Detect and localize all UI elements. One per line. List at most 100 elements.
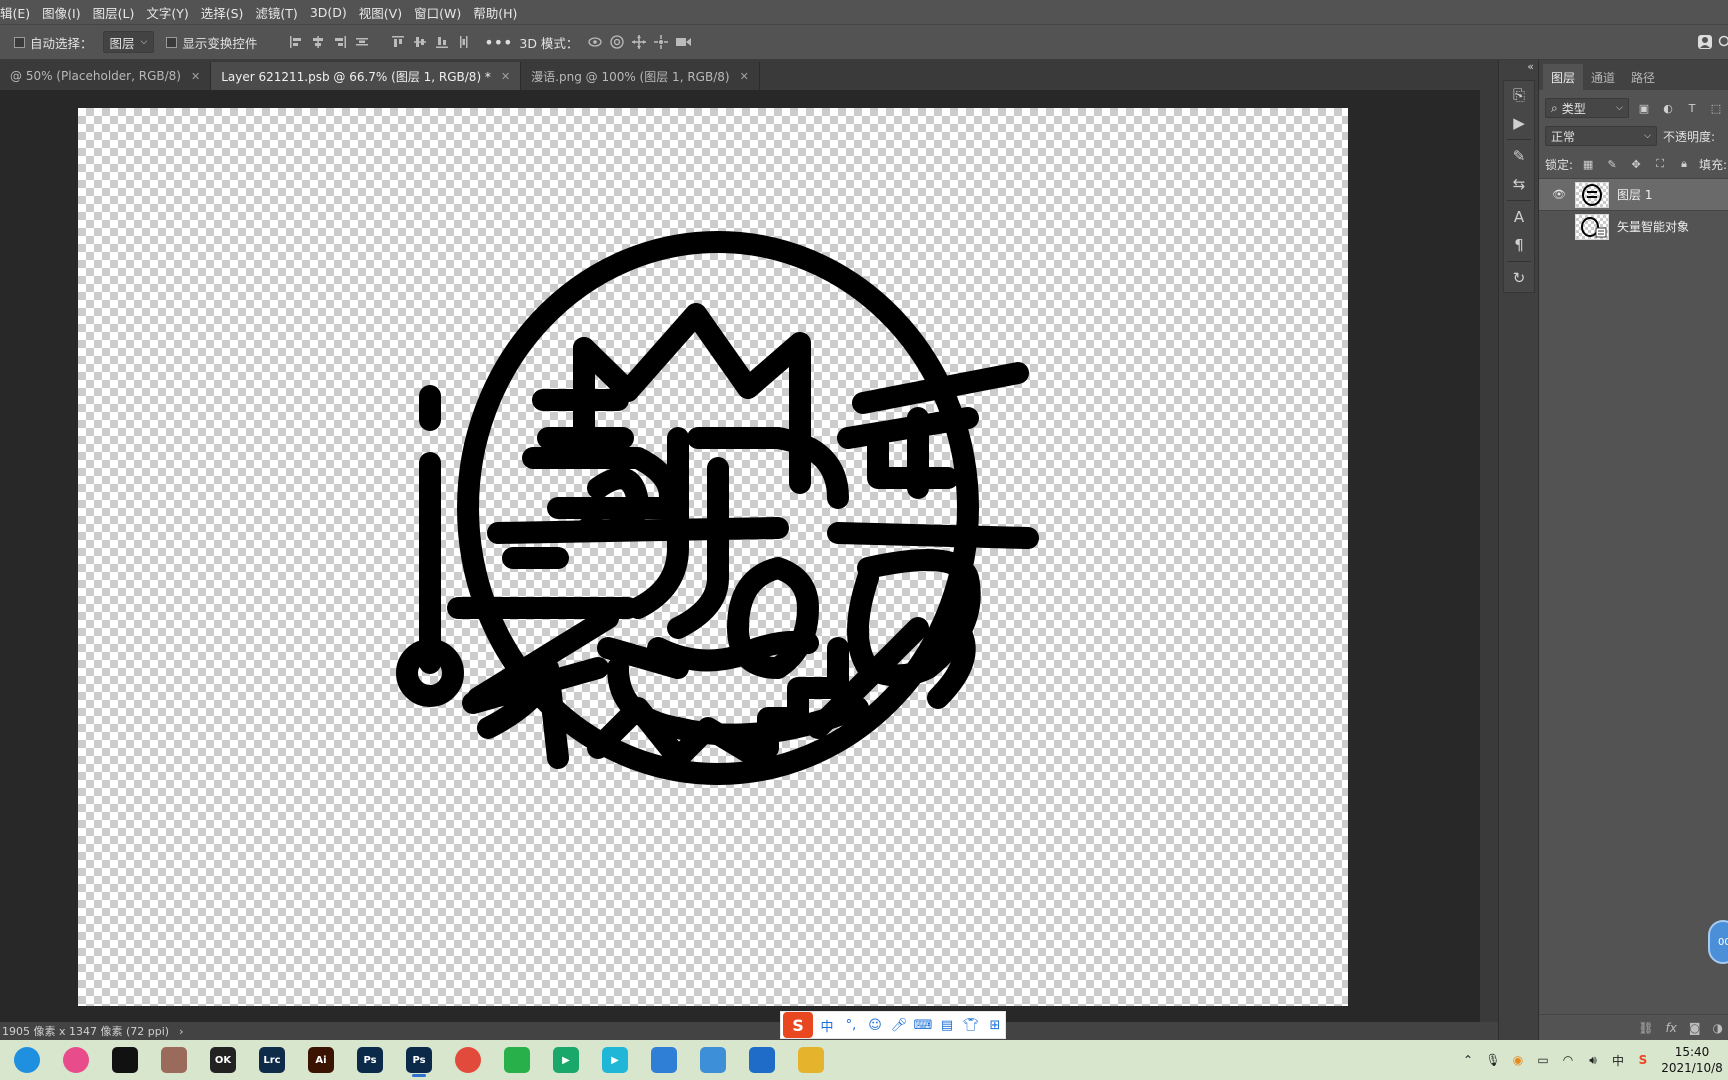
- layer-filter-dropdown[interactable]: ⌕ 类型 ⌵: [1545, 98, 1629, 118]
- align-center-h-icon[interactable]: [307, 31, 329, 53]
- ime-tray-icon[interactable]: 中: [1610, 1052, 1626, 1068]
- tab-placeholder[interactable]: @ 50% (Placeholder, RGB/8) ✕: [0, 62, 212, 90]
- chevron-up-icon[interactable]: ⌃: [1460, 1052, 1476, 1068]
- learn-icon[interactable]: ↻: [1504, 264, 1534, 292]
- clock[interactable]: 15:40 2021/10/8: [1660, 1044, 1724, 1076]
- lock-all-icon[interactable]: 🔒︎: [1675, 155, 1693, 173]
- eye-icon[interactable]: 👁︎: [1551, 188, 1567, 201]
- ime-punctuation-icon[interactable]: °,: [841, 1015, 861, 1035]
- actions-play-icon[interactable]: ▶: [1504, 109, 1534, 137]
- link-layers-icon[interactable]: ⛓: [1638, 1021, 1653, 1035]
- sogou-tray-icon[interactable]: S: [1635, 1052, 1651, 1068]
- close-icon[interactable]: ✕: [191, 70, 200, 83]
- taskbar-app-chrome-alt[interactable]: [57, 1043, 95, 1077]
- filter-type-icon[interactable]: T: [1683, 99, 1701, 117]
- menu-window[interactable]: 窗口(W): [408, 3, 467, 22]
- pan-3d-icon[interactable]: [628, 31, 650, 53]
- filter-adjustment-icon[interactable]: ◐: [1659, 99, 1677, 117]
- distribute-v-icon[interactable]: [453, 31, 475, 53]
- taskbar-app-photoshop-a[interactable]: Ps: [351, 1043, 389, 1077]
- taskbar-app-lightroom[interactable]: Lrc: [253, 1043, 291, 1077]
- filter-pixel-icon[interactable]: ▣: [1635, 99, 1653, 117]
- history-icon[interactable]: ⎘: [1504, 81, 1534, 109]
- taskbar-app-illustrator[interactable]: Ai: [302, 1043, 340, 1077]
- taskbar-app-wechat[interactable]: [498, 1043, 536, 1077]
- menu-select[interactable]: 选择(S): [195, 3, 250, 22]
- taskbar-app-edge[interactable]: [8, 1043, 46, 1077]
- lock-pixels-icon[interactable]: ✎: [1603, 155, 1621, 173]
- taskbar-app-qq[interactable]: [106, 1043, 144, 1077]
- wifi-icon[interactable]: ◠: [1560, 1052, 1576, 1068]
- menu-3d[interactable]: 3D(D): [304, 5, 353, 20]
- ime-tools-icon[interactable]: ▤: [937, 1015, 957, 1035]
- menu-help[interactable]: 帮助(H): [467, 3, 523, 22]
- align-left-icon[interactable]: [285, 31, 307, 53]
- menu-filter[interactable]: 滤镜(T): [249, 3, 303, 22]
- taskbar-app-notepad[interactable]: [645, 1043, 683, 1077]
- show-transform-checkbox[interactable]: [166, 36, 178, 48]
- paragraph-icon[interactable]: ¶: [1504, 231, 1534, 259]
- close-icon[interactable]: ✕: [740, 70, 749, 83]
- blend-mode-dropdown[interactable]: 正常 ⌵: [1545, 126, 1657, 146]
- align-top-icon[interactable]: [387, 31, 409, 53]
- taskbar-app-chrome[interactable]: [449, 1043, 487, 1077]
- canvas-vertical-scrollbar[interactable]: [1480, 90, 1498, 1025]
- roll-3d-icon[interactable]: [606, 31, 628, 53]
- menu-edit[interactable]: 辑(E): [0, 3, 36, 22]
- orbit-3d-icon[interactable]: [584, 31, 606, 53]
- user-search-icon[interactable]: [1694, 31, 1716, 53]
- taskbar-app-book[interactable]: [694, 1043, 732, 1077]
- lock-transparent-icon[interactable]: ▦: [1579, 155, 1597, 173]
- taskbar-app-photoshop-b[interactable]: Ps: [400, 1043, 438, 1077]
- filter-shape-icon[interactable]: ⬚: [1707, 99, 1725, 117]
- volume-icon[interactable]: 🔊︎: [1585, 1052, 1601, 1068]
- taskbar-app-player-b[interactable]: ▶: [596, 1043, 634, 1077]
- slide-3d-icon[interactable]: [650, 31, 672, 53]
- tab-channels[interactable]: 通道: [1583, 64, 1623, 90]
- align-bottom-icon[interactable]: [431, 31, 453, 53]
- more-options-icon[interactable]: •••: [484, 31, 512, 53]
- ime-skin-icon[interactable]: 👕︎: [961, 1015, 981, 1035]
- tab-layer-psb[interactable]: Layer 621211.psb @ 66.7% (图层 1, RGB/8) *…: [211, 62, 522, 90]
- floating-assistant-badge[interactable]: 00: [1708, 920, 1728, 964]
- taskbar-app-game[interactable]: [155, 1043, 193, 1077]
- ime-emoji-icon[interactable]: ☺: [865, 1015, 885, 1035]
- menu-type[interactable]: 文字(Y): [140, 3, 194, 22]
- distribute-icon[interactable]: [351, 31, 373, 53]
- auto-select-checkbox[interactable]: [14, 36, 25, 48]
- menu-view[interactable]: 视图(V): [353, 3, 408, 22]
- ime-menu-grid-icon[interactable]: ⊞: [985, 1015, 1005, 1035]
- taskbar-app-bag[interactable]: [743, 1043, 781, 1077]
- align-right-icon[interactable]: [329, 31, 351, 53]
- adjustments-sliders-icon[interactable]: ⇆: [1504, 170, 1534, 198]
- camera-3d-icon[interactable]: [672, 31, 694, 53]
- menu-image[interactable]: 图像(I): [36, 3, 86, 22]
- character-icon[interactable]: A: [1504, 203, 1534, 231]
- status-expand-arrow[interactable]: ›: [179, 1025, 183, 1038]
- tab-paths[interactable]: 路径: [1623, 64, 1663, 90]
- close-icon[interactable]: ✕: [501, 70, 510, 83]
- add-mask-icon[interactable]: ◙: [1689, 1021, 1701, 1035]
- fx-icon[interactable]: fx: [1666, 1021, 1677, 1035]
- new-adjustment-icon[interactable]: ◑: [1713, 1021, 1723, 1035]
- menu-layer[interactable]: 图层(L): [87, 3, 141, 22]
- taskbar-app-ok-app[interactable]: OK: [204, 1043, 242, 1077]
- microphone-icon[interactable]: 🎙︎: [1485, 1052, 1501, 1068]
- document-canvas[interactable]: [78, 108, 1348, 1006]
- sogou-logo-icon[interactable]: S: [783, 1012, 813, 1038]
- taskbar-app-explorer[interactable]: [792, 1043, 830, 1077]
- align-middle-v-icon[interactable]: [409, 31, 431, 53]
- ime-chinese-mode-icon[interactable]: 中: [817, 1015, 837, 1035]
- auto-select-dropdown[interactable]: 图层 ⌵: [102, 31, 155, 53]
- taskbar-app-player-a[interactable]: ▶: [547, 1043, 585, 1077]
- ime-voice-icon[interactable]: 🎤︎: [889, 1015, 909, 1035]
- lock-artboard-icon[interactable]: ⛶: [1651, 155, 1669, 173]
- collapse-panels-icon[interactable]: «: [1527, 60, 1534, 73]
- search-icon[interactable]: [1716, 31, 1728, 53]
- lock-position-icon[interactable]: ✥: [1627, 155, 1645, 173]
- tab-manyu-png[interactable]: 漫语.png @ 100% (图层 1, RGB/8) ✕: [521, 62, 760, 90]
- brush-settings-icon[interactable]: ✎: [1504, 142, 1534, 170]
- layer-row-smart-object[interactable]: 矢量智能对象: [1539, 210, 1728, 242]
- tab-layers[interactable]: 图层: [1543, 64, 1584, 90]
- layer-row-layer1[interactable]: 👁︎ 图层 1: [1539, 178, 1728, 210]
